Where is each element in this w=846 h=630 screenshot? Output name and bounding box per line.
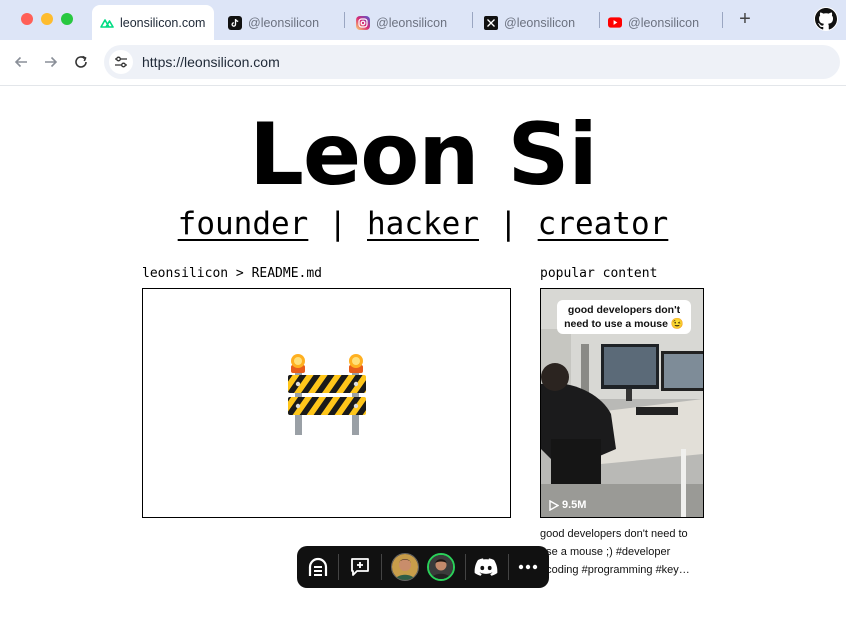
video-caption[interactable]: good developers don't need to use a mous…	[540, 525, 706, 579]
view-count: 9.5M	[549, 499, 586, 511]
url-text[interactable]: https://leonsilicon.com	[142, 54, 280, 70]
comment-add-icon[interactable]	[345, 552, 375, 582]
floating-toolbar	[297, 546, 549, 588]
divider	[338, 554, 339, 580]
tab-bar: leonsilicon.com @leonsilicon @leonsilico…	[0, 0, 846, 40]
tab-label: @leonsilicon	[248, 15, 320, 30]
tab-label: leonsilicon.com	[120, 15, 206, 30]
construction-barrier-icon	[288, 354, 366, 435]
address-toolbar: https://leonsilicon.com	[0, 40, 846, 86]
page-title: Leon Si	[249, 105, 598, 205]
separator: |	[498, 206, 518, 242]
tab-instagram[interactable]: @leonsilicon	[356, 5, 447, 40]
avatar[interactable]	[427, 553, 455, 581]
arrow-left-icon	[14, 56, 27, 68]
tab-separator	[599, 12, 600, 28]
github-icon[interactable]	[814, 7, 838, 31]
readme-breadcrumb: leonsilicon > README.md	[142, 266, 323, 281]
back-button[interactable]	[11, 52, 31, 72]
tab-label: @leonsilicon	[628, 15, 700, 30]
video-overlay-text: good developers don't need to use a mous…	[557, 300, 691, 334]
divider	[465, 554, 466, 580]
tab-label: @leonsilicon	[504, 15, 576, 30]
play-icon	[549, 499, 559, 511]
separator: |	[328, 206, 347, 242]
close-window-button[interactable]	[21, 13, 33, 25]
x-icon	[484, 15, 498, 30]
tiktok-icon	[228, 15, 242, 30]
omnibox[interactable]: https://leonsilicon.com	[104, 45, 840, 79]
more-icon[interactable]	[513, 552, 543, 582]
creator-link[interactable]: creator	[538, 206, 669, 242]
roles-line: founder | hacker | creator	[0, 203, 846, 245]
tab-separator	[472, 12, 473, 28]
tab-separator	[344, 12, 345, 28]
avatar[interactable]	[391, 553, 419, 581]
tab-label: @leonsilicon	[376, 15, 448, 30]
discord-icon[interactable]	[471, 552, 501, 582]
hacker-link[interactable]: hacker	[367, 206, 479, 242]
reload-icon	[75, 55, 87, 68]
divider	[508, 554, 509, 580]
founder-link[interactable]: founder	[178, 206, 309, 242]
view-count-text: 9.5M	[562, 499, 587, 511]
site-info-icon[interactable]	[109, 50, 133, 74]
video-thumbnail[interactable]: good developers don't need to use a mous…	[540, 288, 704, 518]
arrow-right-icon	[45, 56, 58, 68]
instagram-icon	[356, 15, 370, 30]
forward-button[interactable]	[41, 52, 61, 72]
tab-separator	[722, 12, 723, 28]
tab-youtube[interactable]: @leonsilicon	[608, 5, 699, 40]
new-tab-button[interactable]: +	[735, 8, 755, 30]
minimize-window-button[interactable]	[41, 13, 53, 25]
tab-tiktok[interactable]: @leonsilicon	[228, 5, 319, 40]
app-logo-icon[interactable]	[303, 552, 333, 582]
maximize-window-button[interactable]	[61, 13, 73, 25]
divider	[381, 554, 382, 580]
reload-button[interactable]	[71, 52, 91, 72]
nuxt-icon	[100, 16, 114, 30]
tab-leonsilicon[interactable]: leonsilicon.com	[92, 5, 214, 40]
popular-content-label: popular content	[540, 266, 658, 281]
youtube-icon	[608, 16, 622, 30]
tab-x[interactable]: @leonsilicon	[484, 5, 575, 40]
readme-panel	[142, 288, 511, 518]
